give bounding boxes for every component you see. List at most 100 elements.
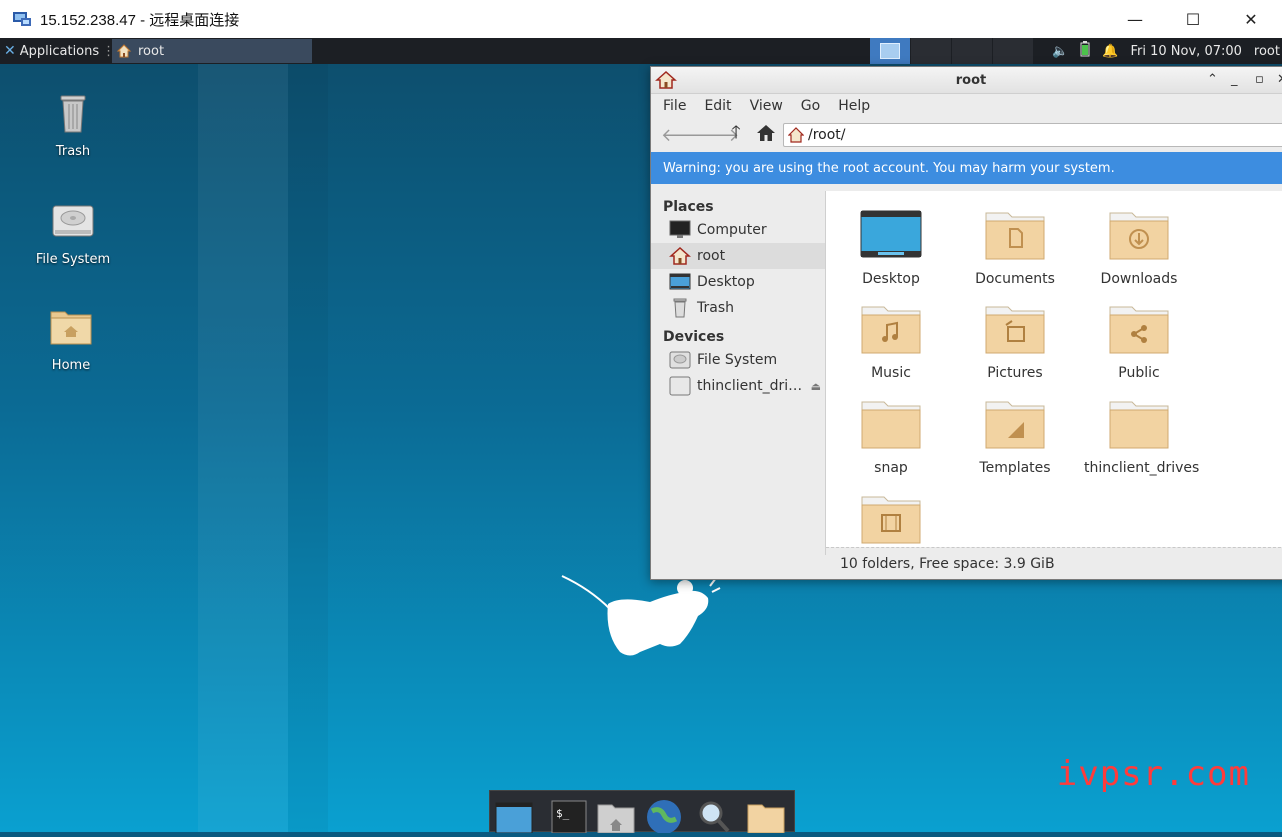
show-desktop-button[interactable] xyxy=(494,797,534,834)
user-label[interactable]: root xyxy=(1254,44,1280,59)
close-button[interactable]: ✕ xyxy=(1222,0,1280,38)
folder-item-desktop[interactable]: Desktop xyxy=(836,209,946,287)
bottom-dock: $_ xyxy=(489,790,795,834)
documents-folder-icon xyxy=(985,212,1045,260)
eject-icon[interactable]: ⏏ xyxy=(811,380,821,393)
sidebar-item-computer[interactable]: Computer xyxy=(651,217,825,243)
fm-minimize-button[interactable]: _ xyxy=(1231,72,1238,87)
location-path: /root/ xyxy=(808,127,846,143)
terminal-icon: $_ xyxy=(551,800,587,834)
workspace-3[interactable] xyxy=(952,38,992,64)
magnifier-icon xyxy=(699,801,730,833)
app-finder-button[interactable] xyxy=(694,797,734,833)
fm-menubar: File Edit View Go Help xyxy=(651,94,1282,118)
taskbar-label: root xyxy=(138,43,165,59)
folder-item-thinclient-drives[interactable]: thinclient_drives xyxy=(1084,398,1199,476)
folder-item-snap[interactable]: snap xyxy=(836,398,946,476)
menu-view[interactable]: View xyxy=(750,98,783,114)
fm-file-view: Desktop Documents Downloads Music Pictur… xyxy=(826,191,1282,547)
folder-icon xyxy=(747,804,785,834)
fm-title: root xyxy=(955,72,987,88)
home-folder-icon xyxy=(597,804,635,834)
home-folder-icon xyxy=(50,311,92,345)
applications-label: Applications xyxy=(19,43,100,59)
hard-drive-icon xyxy=(52,205,94,237)
workspace-1[interactable] xyxy=(870,38,910,64)
clock[interactable]: Fri 10 Nov, 07:00 xyxy=(1131,44,1242,59)
battery-icon[interactable] xyxy=(1080,41,1090,61)
volume-muted-icon[interactable]: 🔈 xyxy=(1052,44,1068,59)
forward-arrow-icon[interactable]: 🡒 xyxy=(691,125,739,146)
system-tray: 🔈 🔔 Fri 10 Nov, 07:00 root xyxy=(1046,38,1282,64)
remote-desktop-icon xyxy=(13,12,31,26)
taskbar-button-root[interactable]: root xyxy=(112,39,312,63)
sidebar-item-file-system[interactable]: File System xyxy=(651,347,825,373)
drive-icon xyxy=(669,376,691,396)
fm-toolbar: 🡐 🡒 🡑 /root/ ⟳ xyxy=(651,118,1282,152)
home-icon xyxy=(116,44,132,58)
workspace-switcher[interactable] xyxy=(870,38,1034,64)
fm-shade-icon[interactable]: ⌃ xyxy=(1207,72,1218,87)
maximize-button[interactable]: ☐ xyxy=(1164,0,1222,38)
xfce-mouse-logo xyxy=(561,575,721,656)
desktop-icon xyxy=(669,273,691,290)
menu-help[interactable]: Help xyxy=(838,98,870,114)
folder-item-videos[interactable] xyxy=(836,493,946,547)
desktop-folder-icon xyxy=(860,210,922,258)
sidebar-item-root[interactable]: root xyxy=(651,243,825,269)
desktop-icon-label: Trash xyxy=(55,144,91,159)
folder-item-pictures[interactable]: Pictures xyxy=(960,303,1070,381)
file-manager-button[interactable] xyxy=(596,797,636,834)
up-arrow-icon[interactable]: 🡑 xyxy=(721,120,751,150)
downloads-folder-icon xyxy=(1109,212,1169,260)
desktop-icon-label: Home xyxy=(51,358,91,373)
sidebar-item-trash[interactable]: Trash xyxy=(651,295,825,321)
home-button[interactable] xyxy=(751,124,781,147)
trash-icon xyxy=(60,95,86,133)
desktop-icon-file-system[interactable]: File System xyxy=(28,196,118,267)
public-folder-icon xyxy=(1109,306,1169,354)
menu-edit[interactable]: Edit xyxy=(704,98,731,114)
fm-close-button[interactable]: ✕ xyxy=(1277,72,1282,87)
folder-item-templates[interactable]: Templates xyxy=(960,398,1070,476)
folder-item-public[interactable]: Public xyxy=(1084,303,1194,381)
folder-item-music[interactable]: Music xyxy=(836,303,946,381)
menu-file[interactable]: File xyxy=(663,98,686,114)
workspace-2[interactable] xyxy=(911,38,951,64)
xfce-logo-icon: ✕ xyxy=(4,43,16,59)
minimize-button[interactable]: — xyxy=(1106,0,1164,38)
desktop-icon-label: File System xyxy=(35,252,111,267)
pictures-folder-icon xyxy=(985,306,1045,354)
folder-button[interactable] xyxy=(746,797,786,834)
workspace-4[interactable] xyxy=(993,38,1033,64)
sidebar-item-desktop[interactable]: Desktop xyxy=(651,269,825,295)
location-bar[interactable]: /root/ ⟳ xyxy=(783,123,1282,147)
computer-icon xyxy=(669,220,691,238)
desktop-icon xyxy=(495,802,533,834)
notification-bell-icon[interactable]: 🔔 xyxy=(1102,44,1118,59)
window-title: 15.152.238.47 - 远程桌面连接 xyxy=(40,11,240,29)
home-icon xyxy=(669,246,691,265)
folder-icon xyxy=(1109,401,1169,449)
folder-item-documents[interactable]: Documents xyxy=(960,209,1070,287)
home-icon xyxy=(788,127,804,143)
folder-icon xyxy=(861,401,921,449)
status-bar: 10 folders, Free space: 3.9 GiB xyxy=(826,547,1282,579)
back-arrow-icon[interactable]: 🡐 xyxy=(661,125,709,146)
menu-go[interactable]: Go xyxy=(801,98,820,114)
folder-item-downloads[interactable]: Downloads xyxy=(1084,209,1194,287)
watermark: ivpsr.com xyxy=(1056,754,1250,794)
devices-header: Devices xyxy=(663,329,725,345)
desktop-icon-trash[interactable]: Trash xyxy=(28,88,118,159)
file-manager-window: root ⌃ _ ▫ ✕ File Edit View Go Help 🡐 🡒 … xyxy=(650,66,1282,580)
home-icon xyxy=(757,124,775,141)
applications-menu-button[interactable]: ✕ Applications ⋮ xyxy=(0,38,119,64)
web-browser-button[interactable] xyxy=(644,797,684,834)
root-warning-bar: Warning: you are using the root account.… xyxy=(651,152,1282,184)
fm-maximize-button[interactable]: ▫ xyxy=(1255,72,1264,87)
terminal-button[interactable]: $_ xyxy=(550,797,590,834)
fm-titlebar[interactable]: root ⌃ _ ▫ ✕ xyxy=(651,67,1282,94)
sidebar-item-thinclient-drives[interactable]: thinclient_dri… ⏏ xyxy=(651,373,825,399)
rdp-titlebar: 15.152.238.47 - 远程桌面连接 — ☐ ✕ xyxy=(0,0,1282,39)
desktop-icon-home[interactable]: Home xyxy=(26,302,116,373)
